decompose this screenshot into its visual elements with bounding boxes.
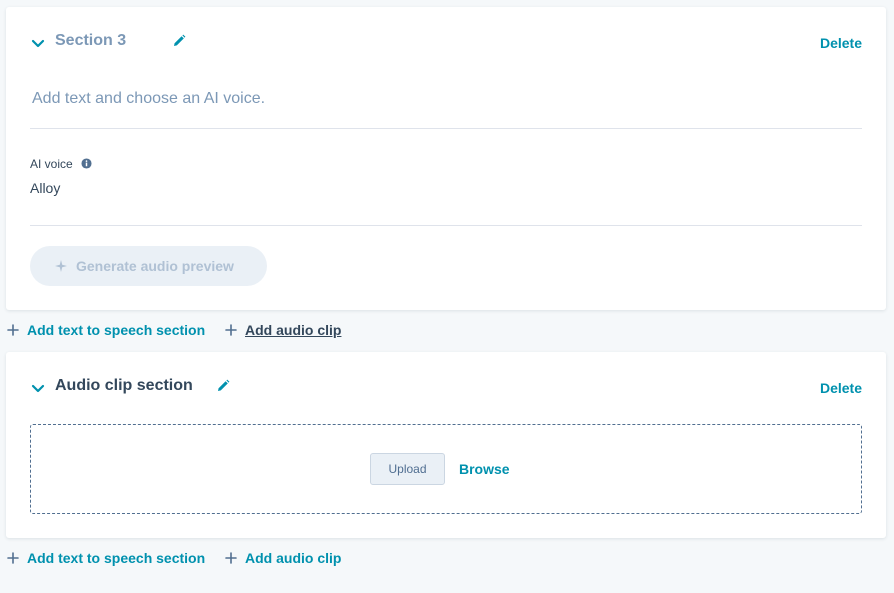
audio-drop-zone[interactable]: Upload Browse xyxy=(30,424,862,514)
sparkle-icon xyxy=(55,260,67,272)
chevron-down-icon[interactable] xyxy=(30,35,46,51)
plus-icon xyxy=(7,324,19,336)
delete-section-button[interactable]: Delete xyxy=(820,35,862,51)
add-text-to-speech-button[interactable]: Add text to speech section xyxy=(7,320,213,340)
ai-voice-value: Alloy xyxy=(30,180,61,196)
browse-link[interactable]: Browse xyxy=(459,461,510,477)
pencil-icon[interactable] xyxy=(172,34,186,48)
section-header: Section 3 Delete xyxy=(30,7,862,79)
ai-voice-field[interactable]: AI voice Alloy xyxy=(30,130,862,226)
plus-icon xyxy=(7,552,19,564)
info-icon[interactable] xyxy=(81,158,92,169)
generate-audio-preview-button[interactable]: Generate audio preview xyxy=(30,246,267,286)
add-text-to-speech-label: Add text to speech section xyxy=(27,550,206,566)
add-audio-clip-button[interactable]: Add audio clip xyxy=(225,320,349,340)
audio-clip-section-card: Audio clip section Delete Upload Browse xyxy=(6,352,886,538)
generate-audio-preview-label: Generate audio preview xyxy=(76,258,234,274)
add-text-to-speech-label: Add text to speech section xyxy=(27,322,206,338)
section-title: Section 3 xyxy=(55,32,127,49)
add-text-to-speech-button[interactable]: Add text to speech section xyxy=(7,548,213,568)
tts-text-placeholder: Add text and choose an AI voice. xyxy=(32,90,266,107)
add-audio-clip-label: Add audio clip xyxy=(245,550,342,566)
plus-icon xyxy=(225,552,237,564)
upload-button[interactable]: Upload xyxy=(370,453,445,485)
add-audio-clip-label: Add audio clip xyxy=(245,322,342,338)
chevron-down-icon[interactable] xyxy=(30,380,46,396)
plus-icon xyxy=(225,324,237,336)
tts-text-input[interactable]: Add text and choose an AI voice. xyxy=(30,79,862,129)
section-header: Audio clip section Delete xyxy=(30,352,862,422)
ai-voice-label: AI voice xyxy=(30,157,73,171)
tts-section-card: Section 3 Delete Add text and choose an … xyxy=(6,7,886,310)
add-audio-clip-button[interactable]: Add audio clip xyxy=(225,548,349,568)
pencil-icon[interactable] xyxy=(216,379,230,393)
section-title: Audio clip section xyxy=(55,377,193,394)
delete-section-button[interactable]: Delete xyxy=(820,380,862,396)
